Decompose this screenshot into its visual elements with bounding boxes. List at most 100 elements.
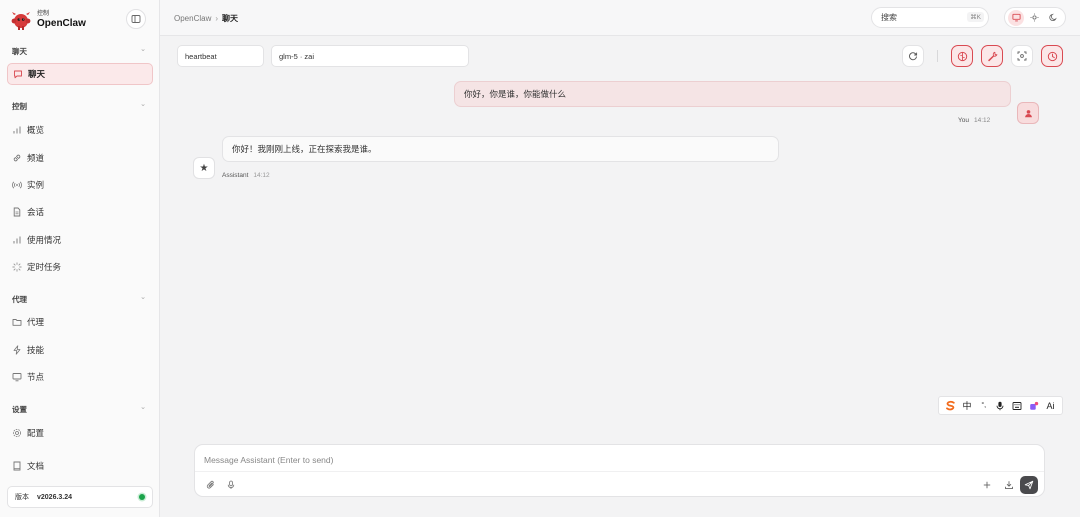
microphone-icon <box>227 480 235 489</box>
brand-subtitle: 控制 <box>37 11 50 17</box>
link-icon <box>12 153 22 163</box>
message-composer <box>194 444 1045 497</box>
export-button[interactable] <box>1000 476 1018 494</box>
search-placeholder: 搜索 <box>881 13 897 22</box>
breadcrumb-separator: › <box>215 14 219 23</box>
breadcrumb-current: 聊天 <box>222 14 239 23</box>
send-icon <box>1024 480 1034 490</box>
microphone-icon[interactable] <box>993 401 1007 411</box>
attach-button[interactable] <box>202 476 220 494</box>
sidebar-item-skills[interactable]: 技能 <box>7 339 153 361</box>
sidebar-item-config[interactable]: 配置 <box>7 422 153 444</box>
chat-icon <box>13 69 23 79</box>
chevron-down-icon: ⌄ <box>140 101 146 108</box>
theme-system-button[interactable] <box>1008 9 1025 26</box>
user-icon <box>1024 109 1032 117</box>
voice-input-button[interactable] <box>222 476 240 494</box>
brand[interactable]: 控制 OpenClaw <box>10 9 86 31</box>
clock-icon <box>1047 51 1057 61</box>
refresh-icon <box>909 52 918 61</box>
sidebar-item-instances[interactable]: 实例 <box>7 174 153 196</box>
sidebar-item-overview[interactable]: 概览 <box>7 119 153 141</box>
section-label: 设置 <box>12 405 27 414</box>
message-input[interactable] <box>204 451 1024 468</box>
user-message-meta: You 14:12 <box>958 117 990 124</box>
ime-mode-toggle[interactable]: 中 <box>960 399 974 412</box>
bar-chart-icon <box>12 235 22 245</box>
message-text: 你好！我刚刚上线，正在探索我是谁。 <box>232 144 377 154</box>
sidebar-item-nodes[interactable]: 节点 <box>7 366 153 388</box>
sidebar-item-channels[interactable]: 频道 <box>7 147 153 169</box>
theme-switcher <box>1004 7 1066 28</box>
search-input[interactable]: 搜索 ⌘K <box>871 7 989 28</box>
status-online-dot <box>139 494 145 500</box>
sidebar-item-chat[interactable]: 聊天 <box>7 63 153 85</box>
ime-ai-button[interactable]: Ai <box>1044 401 1058 411</box>
sidebar-item-label: 聊天 <box>28 69 46 79</box>
sidebar-item-label: 文档 <box>27 461 45 471</box>
session-name: heartbeat <box>185 51 217 61</box>
section-chat-header[interactable]: 聊天 ⌄ <box>12 46 148 57</box>
wrench-icon <box>987 51 997 61</box>
tools-toggle-button[interactable] <box>981 45 1003 67</box>
brain-icon <box>957 51 967 61</box>
theme-light-button[interactable] <box>1027 10 1043 26</box>
download-icon <box>1005 481 1013 490</box>
sidebar-item-usage[interactable]: 使用情况 <box>7 229 153 251</box>
scan-focus-icon <box>1017 51 1027 61</box>
section-agents-header[interactable]: 代理 ⌄ <box>12 294 148 305</box>
keyboard-icon[interactable] <box>1010 401 1024 411</box>
bar-chart-icon <box>12 125 22 135</box>
sidebar-item-docs[interactable]: 文档 <box>7 455 153 477</box>
sidebar-item-label: 会话 <box>27 207 45 217</box>
send-button[interactable] <box>1020 476 1038 494</box>
monitor-icon <box>12 372 22 382</box>
section-settings-header[interactable]: 设置 ⌄ <box>12 404 148 415</box>
composer-divider <box>195 471 1044 472</box>
sidebar-toggle-button[interactable] <box>126 9 146 29</box>
sidebar-item-sessions[interactable]: 会话 <box>7 201 153 223</box>
skin-icon[interactable] <box>1027 401 1041 411</box>
model-select[interactable]: glm-5 · zai <box>271 45 469 67</box>
message-author: You <box>958 117 969 124</box>
message-text: 你好，你是谁，你能做什么 <box>464 89 567 99</box>
sogou-logo-icon[interactable] <box>943 400 957 411</box>
star-icon: ★ <box>199 162 209 174</box>
chevron-down-icon: ⌄ <box>140 404 146 411</box>
gear-icon <box>12 428 22 438</box>
model-name: glm-5 · zai <box>279 51 315 61</box>
toolbar-divider <box>937 50 938 62</box>
topbar: OpenClaw › 聊天 搜索 ⌘K <box>160 0 1080 36</box>
sidebar-item-agents[interactable]: 代理 <box>7 311 153 333</box>
sidebar-item-cron[interactable]: 定时任务 <box>7 256 153 278</box>
document-icon <box>12 207 22 217</box>
broadcast-icon <box>12 180 22 190</box>
book-icon <box>12 461 22 471</box>
loader-icon <box>12 262 22 272</box>
breadcrumb-root[interactable]: OpenClaw <box>174 14 211 23</box>
sidebar-item-label: 技能 <box>27 345 45 355</box>
version-label: 版本 <box>15 494 29 501</box>
chevron-down-icon: ⌄ <box>140 294 146 301</box>
openclaw-logo-icon <box>10 9 32 31</box>
sidebar-item-label: 配置 <box>27 428 45 438</box>
session-select[interactable]: heartbeat <box>177 45 264 67</box>
version-value: v2026.3.24 <box>37 493 73 501</box>
search-shortcut: ⌘K <box>967 12 984 22</box>
message-author: Assistant <box>222 172 249 179</box>
ime-punctuation-toggle[interactable]: °, <box>977 402 991 409</box>
section-control-header[interactable]: 控制 ⌄ <box>12 101 148 112</box>
history-button[interactable] <box>1041 45 1063 67</box>
sidebar-panel-icon <box>131 15 141 23</box>
version-badge: 版本 v2026.3.24 <box>7 486 153 508</box>
section-label: 控制 <box>12 102 27 111</box>
focus-mode-button[interactable] <box>1011 45 1033 67</box>
new-chat-button[interactable] <box>978 476 996 494</box>
thinking-toggle-button[interactable] <box>951 45 973 67</box>
theme-dark-button[interactable] <box>1046 10 1062 26</box>
sidebar-item-label: 定时任务 <box>27 262 62 272</box>
chevron-down-icon: ⌄ <box>140 46 146 53</box>
message-time: 14:12 <box>973 117 991 124</box>
moon-icon <box>1049 13 1057 21</box>
refresh-button[interactable] <box>902 45 924 67</box>
